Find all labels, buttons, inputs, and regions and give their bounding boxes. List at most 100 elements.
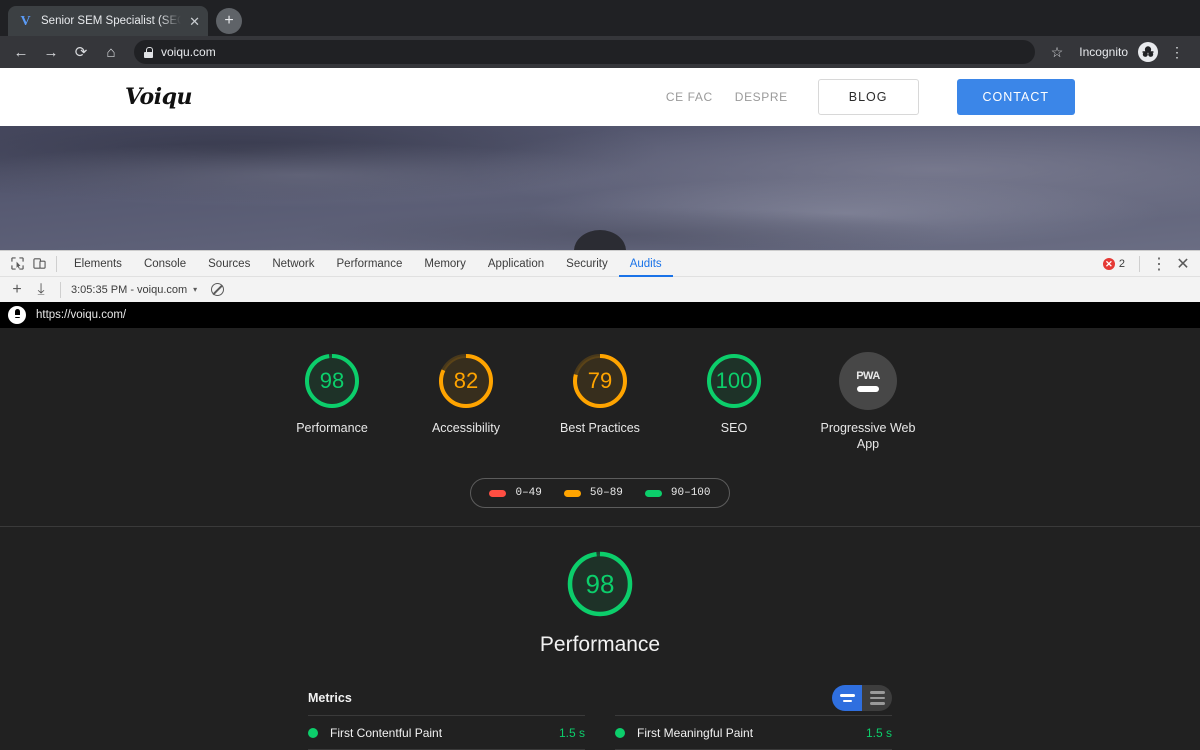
- devtools-tab-application[interactable]: Application: [477, 251, 555, 277]
- clear-all-icon[interactable]: [211, 283, 225, 296]
- nav-link-despre[interactable]: DESPRE: [735, 90, 788, 104]
- metrics-view-icon[interactable]: [832, 685, 862, 711]
- nav-button-blog[interactable]: BLOG: [817, 79, 919, 115]
- address-bar[interactable]: voiqu.com: [134, 40, 1035, 64]
- gauge-score: 100: [715, 368, 753, 393]
- legend-swatch-orange: [563, 489, 581, 497]
- devtools-tab-sources[interactable]: Sources: [197, 251, 261, 277]
- legend-range: 90–100: [670, 487, 711, 499]
- gauge-ring: 100: [705, 352, 763, 410]
- reload-icon[interactable]: ⟳: [68, 39, 94, 65]
- gauge-score: 82: [453, 368, 479, 393]
- gauge-seo[interactable]: 100 SEO: [679, 352, 789, 436]
- new-audit-icon[interactable]: +: [6, 279, 28, 301]
- audited-url: https://voiqu.com/: [36, 309, 127, 321]
- browser-toolbar: ← → ⟳ ⌂ voiqu.com ☆ Incognito ⋮: [0, 36, 1200, 68]
- hero-cloud: [300, 206, 960, 250]
- lighthouse-logo-icon: [8, 306, 26, 324]
- lighthouse-report: 98 Performance 82 Accessibility 79 Best …: [0, 328, 1200, 750]
- score-gauges: 98 Performance 82 Accessibility 79 Best …: [0, 352, 1200, 452]
- forward-icon[interactable]: →: [38, 39, 64, 65]
- devtools-tab-console[interactable]: Console: [133, 251, 197, 277]
- tab-strip: V Senior SEM Specialist (SEO+PP ✕ +: [0, 0, 1200, 36]
- devtools-menu-icon[interactable]: ⋮: [1148, 253, 1170, 275]
- legend-item-average: 50–89: [563, 487, 623, 499]
- error-count-badge[interactable]: ✕ 2: [1102, 257, 1131, 270]
- nav-button-contact[interactable]: CONTACT: [956, 79, 1075, 115]
- browser-menu-icon[interactable]: ⋮: [1162, 44, 1192, 61]
- gauge-pwa[interactable]: PWA Progressive Web App: [813, 352, 923, 452]
- devtools-tab-memory[interactable]: Memory: [413, 251, 477, 277]
- home-icon[interactable]: ⌂: [98, 39, 124, 65]
- metric-value: 1.5 s: [558, 725, 585, 740]
- bookmark-star-icon[interactable]: ☆: [1045, 44, 1070, 61]
- metrics-column-left: First Contentful Paint 1.5 s Speed Index…: [308, 715, 585, 750]
- devtools-tab-audits[interactable]: Audits: [619, 251, 673, 277]
- metrics-columns: First Contentful Paint 1.5 s Speed Index…: [308, 715, 892, 750]
- metric-row[interactable]: First Meaningful Paint 1.5 s: [615, 715, 892, 749]
- metric-status-icon: [308, 727, 318, 738]
- legend-item-pass: 90–100: [644, 487, 711, 499]
- devtools-tab-bar: Elements Console Sources Network Perform…: [0, 250, 1200, 276]
- metric-name: First Meaningful Paint: [637, 725, 754, 740]
- gauge-label: Accessibility: [431, 421, 501, 435]
- audit-run-selector[interactable]: 3:05:35 PM - voiqu.com: [71, 284, 187, 296]
- legend-swatch-green: [644, 489, 662, 497]
- legend-item-fail: 0–49: [489, 487, 542, 499]
- filmstrip-view-icon[interactable]: [862, 685, 892, 711]
- metrics-panel: Metrics First Contentful Paint 1.5 s Fir…: [308, 685, 892, 750]
- incognito-avatar-icon[interactable]: [1138, 42, 1158, 62]
- toolbar-divider: [1139, 255, 1140, 272]
- devtools-close-icon[interactable]: ✕: [1172, 253, 1194, 275]
- new-tab-button[interactable]: +: [216, 8, 242, 34]
- pwa-badge: PWA: [839, 352, 897, 410]
- legend-range: 0–49: [515, 487, 542, 499]
- devtools-tab-network[interactable]: Network: [261, 251, 325, 277]
- metric-value: 1.5 s: [865, 725, 892, 740]
- gauge-score: 79: [587, 368, 613, 393]
- devtools-toolbar-right: ✕ 2 ⋮ ✕: [1102, 253, 1194, 275]
- gauge-performance[interactable]: 98 Performance: [277, 352, 387, 436]
- gauge-label: SEO: [720, 421, 748, 435]
- device-toolbar-icon[interactable]: [28, 253, 50, 275]
- toolbar-divider: [60, 281, 61, 298]
- tab-close-icon[interactable]: ✕: [189, 15, 200, 28]
- performance-category-section: 98 Performance Metrics First Contentful …: [0, 527, 1200, 750]
- metrics-view-toggle[interactable]: [832, 685, 892, 711]
- category-score: 98: [585, 568, 615, 599]
- gauge-accessibility[interactable]: 82 Accessibility: [411, 352, 521, 436]
- browser-window: V Senior SEM Specialist (SEO+PP ✕ + ← → …: [0, 0, 1200, 68]
- gauge-best-practices[interactable]: 79 Best Practices: [545, 352, 655, 436]
- gauge-label: Performance: [296, 421, 368, 435]
- nav-link-ce-fac[interactable]: CE FAC: [666, 90, 713, 104]
- metrics-title: Metrics: [308, 691, 352, 705]
- gauge-ring: 98: [565, 549, 635, 619]
- gauge-score: 98: [319, 368, 345, 393]
- devtools-tab-performance[interactable]: Performance: [326, 251, 414, 277]
- error-count: 2: [1118, 257, 1125, 270]
- address-bar-url: voiqu.com: [161, 45, 216, 59]
- pwa-label: PWA: [856, 370, 880, 382]
- score-gauges-section: 98 Performance 82 Accessibility 79 Best …: [0, 328, 1200, 526]
- browser-tab[interactable]: V Senior SEM Specialist (SEO+PP ✕: [8, 6, 208, 36]
- score-legend-wrapper: 0–49 50–89 90–100: [0, 478, 1200, 508]
- pwa-dash-icon: [857, 386, 879, 392]
- devtools-tab-elements[interactable]: Elements: [63, 251, 133, 277]
- download-report-icon[interactable]: ⤓: [30, 279, 52, 301]
- inspect-element-icon[interactable]: [6, 253, 28, 275]
- metric-status-icon: [615, 727, 625, 738]
- site-header: Voiqu CE FAC DESPRE BLOG CONTACT: [0, 68, 1200, 126]
- hero-image: [0, 126, 1200, 250]
- toolbar-divider: [56, 255, 57, 272]
- lock-icon: [144, 46, 153, 58]
- site-navigation: CE FAC DESPRE BLOG CONTACT: [666, 79, 1075, 115]
- metric-name: First Contentful Paint: [330, 725, 443, 740]
- metric-row[interactable]: First Contentful Paint 1.5 s: [308, 715, 585, 749]
- back-icon[interactable]: ←: [8, 39, 34, 65]
- tab-favicon-icon: V: [20, 13, 31, 29]
- chevron-down-icon[interactable]: ▾: [193, 285, 197, 294]
- metrics-column-right: First Meaningful Paint 1.5 s First CPU I…: [615, 715, 892, 750]
- site-logo[interactable]: Voiqu: [125, 84, 192, 110]
- devtools-tab-security[interactable]: Security: [555, 251, 619, 277]
- devtools-tabs: Elements Console Sources Network Perform…: [63, 251, 673, 277]
